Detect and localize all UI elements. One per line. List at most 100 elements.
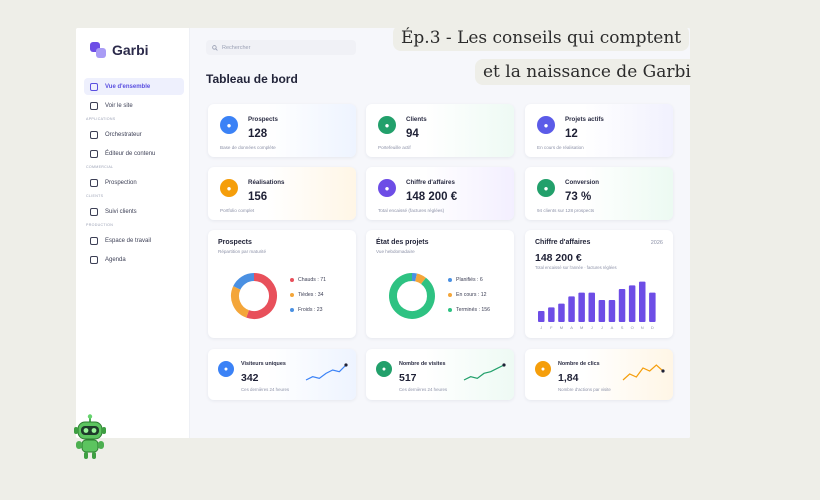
sparkline-line [305,364,347,381]
revenue-bar [568,296,575,322]
legend-dot [290,307,294,312]
legend-item: En cours : 12 [448,287,490,302]
kpi-card[interactable]: ● Clients 94 Portefeuille actif [366,104,514,157]
kpi-card[interactable]: ● Réalisations 156 Portfolio complet [208,167,356,220]
sidebar: Garbi Vue d'ensemble Voir le site APPLICAT… [76,28,190,438]
revenue-bar-chart: JFMAMJJASOND [538,281,656,330]
search-input[interactable]: Rechercher [206,40,356,55]
chart-legend: Planifiés : 6 En cours : 12 Terminés : 156 [448,272,490,317]
projects-panel: État des projets Vue hebdomadaire Planif… [366,230,514,338]
sidebar-item[interactable]: Orchestrateur [84,126,184,143]
kpi-value: 128 [248,128,268,140]
sidebar-item-label: Suivi clients [105,208,137,215]
metric-card[interactable]: ● Visiteurs uniques 342 Ces dernières 24… [208,349,356,400]
chart-legend: Chauds : 71 Tièdes : 34 Froids : 23 [290,272,326,317]
legend-label: Tièdes : 34 [298,291,324,298]
sidebar-section-title: CLIENTS [86,194,104,198]
kpi-subtitle: Portefeuille actif [378,145,411,150]
sparkline-end-point [661,369,665,373]
grid-icon [90,82,98,91]
revenue-bar [649,292,656,322]
search-icon [212,44,218,51]
person-icon: ● [376,361,392,377]
kpi-card[interactable]: ● Conversion 73 % 94 clients sur 128 pro… [525,167,673,220]
legend-dot [290,277,294,282]
revenue-bar [538,311,545,322]
legend-dot [448,277,452,282]
year-label: 2026 [650,240,663,246]
revenue-bar [588,292,595,322]
sidebar-item[interactable]: Éditeur de contenu [84,145,184,162]
briefcase-icon: ● [537,116,555,134]
kpi-card[interactable]: ● Chiffre d'affaires 148 200 € Total enc… [366,167,514,220]
x-tick-label: J [540,325,542,330]
legend-dot [448,292,452,297]
building-icon [90,236,98,245]
calendar-icon [90,255,98,264]
sparkline-line [463,364,505,381]
kpi-subtitle: En cours de réalisation [537,145,584,150]
sparkline-line [622,364,664,381]
sidebar-item[interactable]: Agenda [84,251,184,268]
kpi-card[interactable]: ● Projets actifs 12 En cours de réalisat… [525,104,673,157]
money-icon: ● [378,179,396,197]
sidebar-nav: Vue d'ensemble Voir le site APPLICATIONS Or… [84,78,184,270]
revenue-panel: Chiffre d'affaires 2026 148 200 € Total … [525,230,673,338]
visitor-icon: ● [218,361,234,377]
click-icon: ● [535,361,551,377]
metric-card[interactable]: ● Nombre de clics 1,84 Nombre d'actions … [525,349,673,400]
sidebar-section-title: PRODUCTION [86,223,114,227]
legend-label: Terminés : 156 [456,306,491,313]
revenue-value: 148 200 € [535,252,582,264]
kpi-value: 148 200 € [406,191,458,203]
revenue-bar [639,281,646,322]
sidebar-section-title: COMMERCIAL [86,165,114,169]
kpi-value: 12 [565,128,578,140]
kpi-value: 94 [406,128,419,140]
legend-label: Chauds : 71 [298,276,326,283]
donut-slice-tièdes [231,286,250,318]
metric-value: 342 [241,372,259,384]
x-tick-label: D [651,325,654,330]
page-title: Tableau de bord [206,72,298,86]
sidebar-item[interactable]: Vue d'ensemble [84,78,184,95]
donut-slice-en cours [415,273,426,285]
sidebar-section-title: APPLICATIONS [86,117,116,121]
episode-title-line1: Ép.3 - Les conseils qui comptent [393,25,690,51]
search-placeholder: Rechercher [222,44,251,51]
x-tick-label: S [621,325,624,330]
sparkline [622,364,665,381]
x-tick-label: A [570,325,573,330]
kpi-subtitle: Total encaissé (factures réglées) [378,208,445,213]
x-tick-label: N [641,325,644,330]
sidebar-item[interactable]: Prospection [84,174,184,191]
sidebar-item[interactable]: Espace de travail [84,232,184,249]
kpi-label: Réalisations [248,179,285,186]
sidebar-item[interactable]: Voir le site [84,97,184,114]
sidebar-item-label: Espace de travail [105,237,152,244]
revenue-bar [548,307,555,322]
sidebar-item[interactable]: Suivi clients [84,203,184,220]
sidebar-item-label: Éditeur de contenu [105,150,156,157]
panel-subtitle: Vue hebdomadaire [376,249,415,254]
metric-card[interactable]: ● Nombre de visites 517 Ces dernières 24… [366,349,514,400]
sparkline-end-point [502,363,506,367]
x-tick-label: J [591,325,593,330]
logo[interactable]: Garbi [90,42,149,58]
revenue-bar [558,303,565,322]
episode-title-line2: et la naissance de Garbi [475,59,699,85]
kpi-subtitle: Portfolio complet [220,208,255,213]
x-tick-label: A [611,325,614,330]
user-icon [90,207,98,216]
kpi-value: 156 [248,191,268,203]
kpi-label: Prospects [248,116,278,123]
revenue-bar [628,285,636,322]
app-window: Garbi Vue d'ensemble Voir le site APPLICAT… [76,28,690,438]
x-tick-label: J [601,325,603,330]
metric-value: 1,84 [558,372,579,384]
kpi-card[interactable]: ● Prospects 128 Base de données complète [208,104,356,157]
sparkline-end-point [344,363,348,367]
legend-label: En cours : 12 [456,291,487,298]
metric-value: 517 [399,372,417,384]
metric-label: Nombre de clics [558,361,600,367]
